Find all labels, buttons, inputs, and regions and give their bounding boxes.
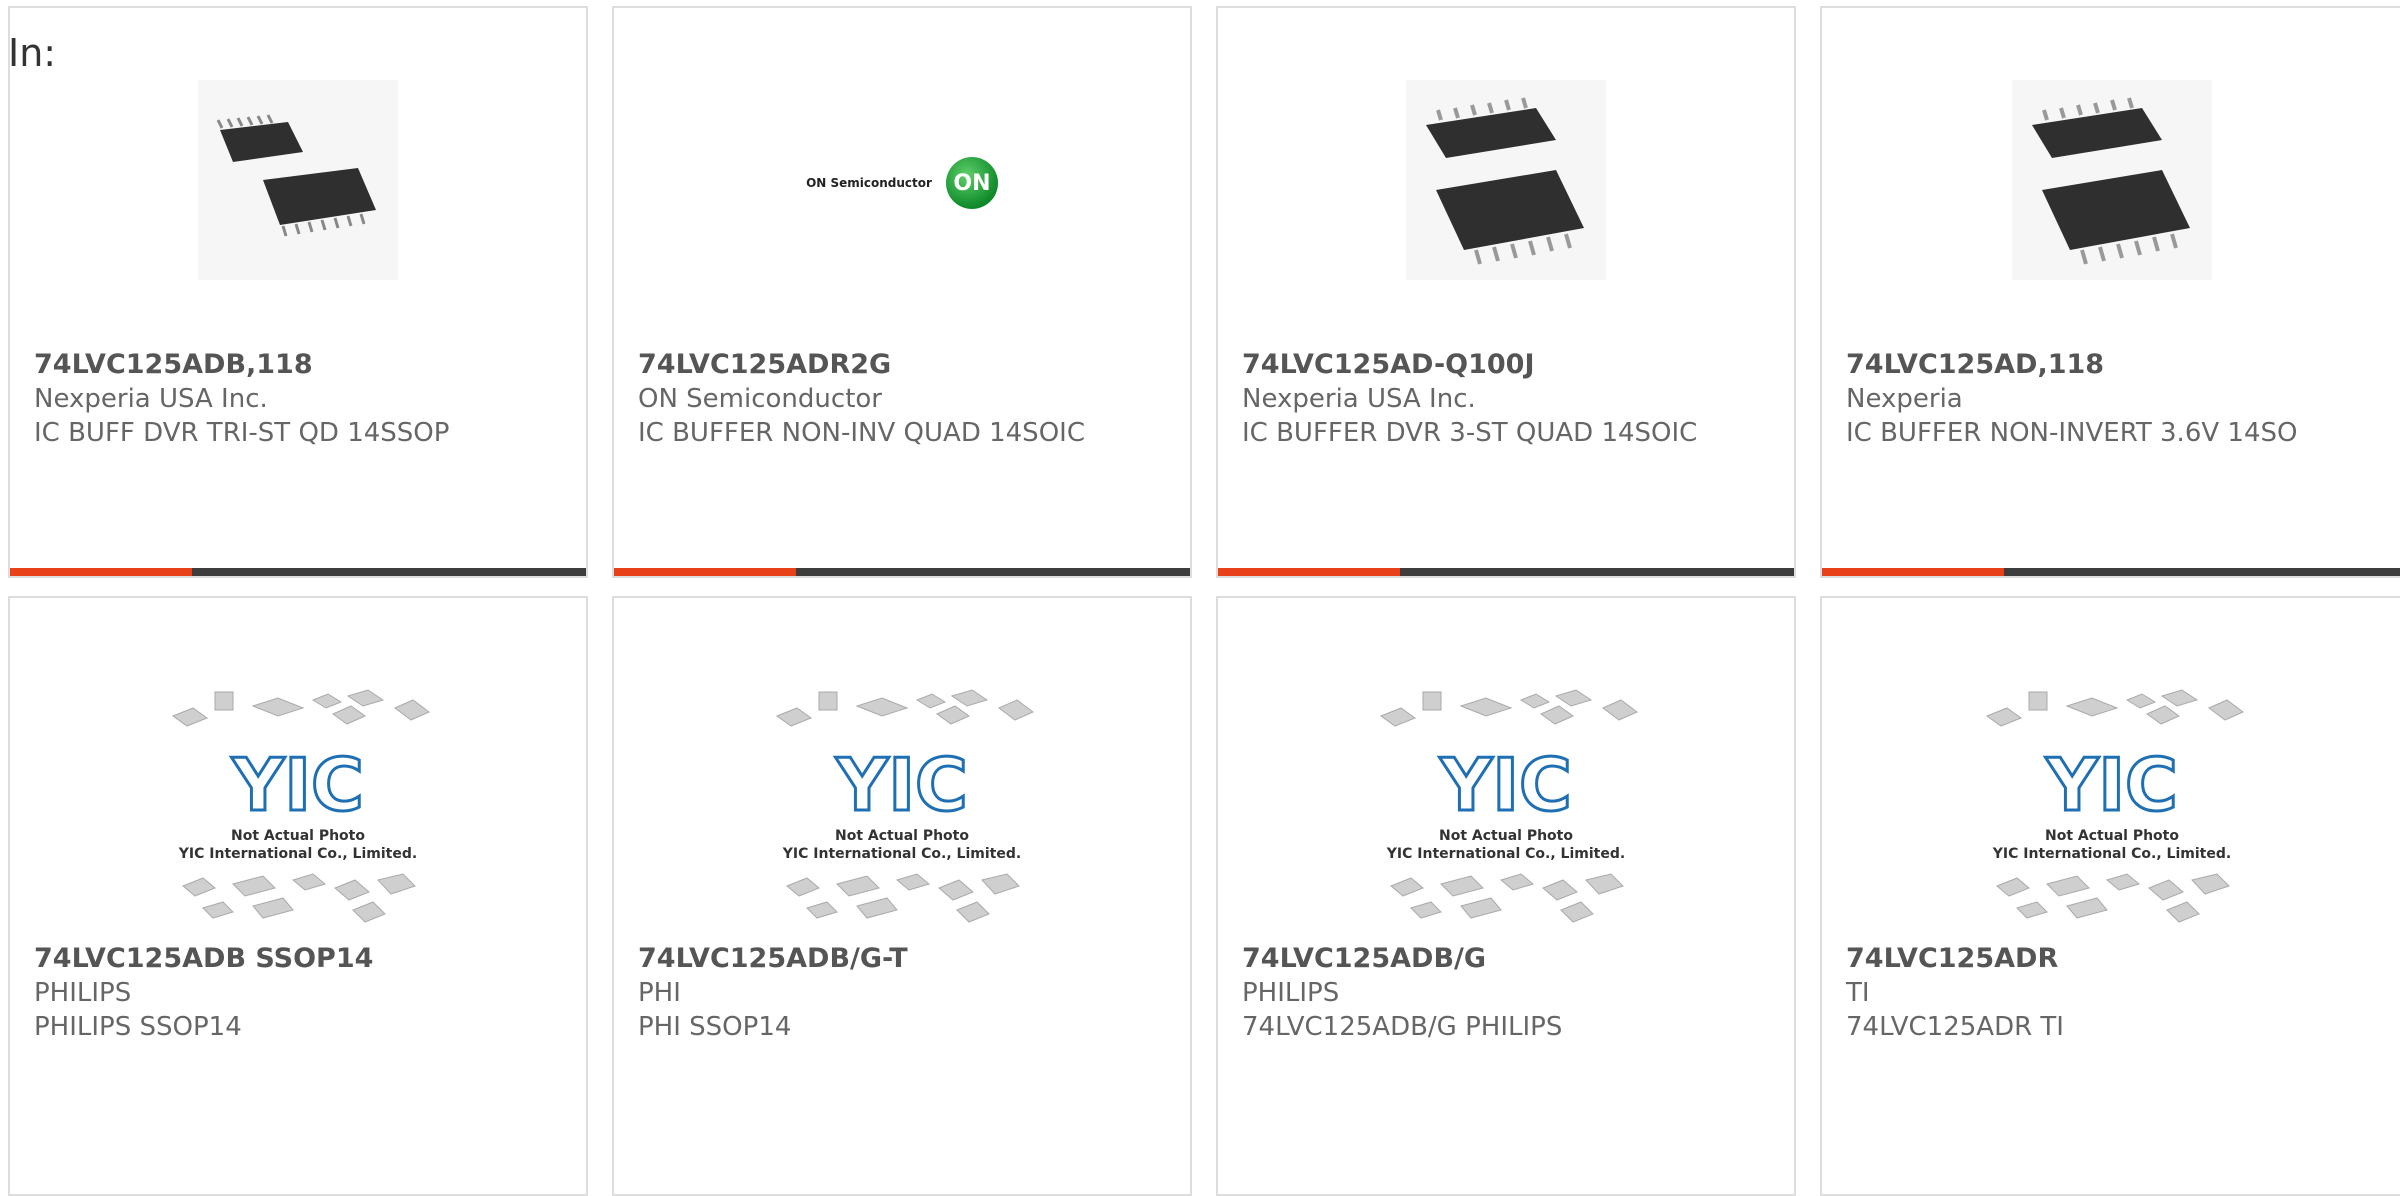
product-image[interactable] — [2012, 80, 2212, 284]
manufacturer: Nexperia USA Inc. — [1242, 384, 1476, 414]
description: 74LVC125ADR TI — [1846, 1012, 2064, 1042]
card-bar — [614, 568, 1190, 576]
on-logo-badge: ON — [945, 157, 998, 209]
placeholder-line-1: Not Actual Photo — [231, 828, 365, 844]
product-card[interactable]: YIC Not Actual Photo YIC International C… — [1216, 596, 1796, 1196]
manufacturer: PHILIPS — [1242, 978, 1340, 1008]
part-number-link[interactable]: 74LVC125ADB/G-T — [638, 942, 1170, 976]
product-image[interactable] — [198, 80, 398, 284]
part-number-link[interactable]: 74LVC125ADR2G — [638, 348, 1170, 382]
placeholder-line-2: YIC International Co., Limited. — [782, 846, 1021, 862]
part-number-link[interactable]: 74LVC125ADB,118 — [34, 348, 566, 382]
card-bar — [1822, 568, 2400, 576]
description: 74LVC125ADB/G PHILIPS — [1242, 1012, 1563, 1042]
manufacturer: Nexperia — [1846, 384, 1963, 414]
description: IC BUFFER NON-INV QUAD 14SOIC — [638, 418, 1085, 448]
card-bar — [10, 568, 586, 576]
manufacturer: ON Semiconductor — [638, 384, 882, 414]
page-heading: In: — [8, 31, 57, 75]
part-number-link[interactable]: 74LVC125ADB/G — [1242, 942, 1774, 976]
placeholder-line-2: YIC International Co., Limited. — [1992, 846, 2231, 862]
yic-placeholder-image[interactable]: YIC Not Actual Photo YIC International C… — [163, 688, 433, 942]
product-image[interactable] — [1406, 80, 1606, 284]
yic-logo: YIC — [231, 743, 364, 827]
yic-placeholder-image[interactable]: YIC Not Actual Photo YIC International C… — [767, 688, 1037, 942]
product-card[interactable]: 74LVC125AD-Q100J Nexperia USA Inc. IC BU… — [1216, 6, 1796, 578]
card-bar — [1218, 568, 1794, 576]
description: IC BUFFER NON-INVERT 3.6V 14SO — [1846, 418, 2298, 448]
placeholder-line-1: Not Actual Photo — [835, 828, 969, 844]
yic-logo: YIC — [835, 743, 968, 827]
product-card[interactable]: YIC Not Actual Photo YIC International C… — [8, 596, 588, 1196]
yic-placeholder-image[interactable]: YIC Not Actual Photo YIC International C… — [1371, 688, 1641, 942]
product-card[interactable]: 74LVC125ADB,118 Nexperia USA Inc. IC BUF… — [8, 6, 588, 578]
logo-text: ON Semiconductor — [806, 176, 932, 190]
yic-logo: YIC — [1439, 743, 1572, 827]
on-semiconductor-logo[interactable]: ON Semiconductor ON — [792, 148, 1012, 218]
product-card[interactable]: ON Semiconductor ON 74LVC125ADR2G ON Sem… — [612, 6, 1192, 578]
product-card[interactable]: YIC Not Actual Photo YIC International C… — [1820, 596, 2400, 1196]
description: PHI SSOP14 — [638, 1012, 792, 1042]
part-number-link[interactable]: 74LVC125ADR — [1846, 942, 2398, 976]
part-number-link[interactable]: 74LVC125ADB SSOP14 — [34, 942, 566, 976]
part-number-link[interactable]: 74LVC125AD-Q100J — [1242, 348, 1774, 382]
product-card[interactable]: 74LVC125AD,118 Nexperia IC BUFFER NON-IN… — [1820, 6, 2400, 578]
product-card[interactable]: YIC Not Actual Photo YIC International C… — [612, 596, 1192, 1196]
yic-logo: YIC — [2045, 743, 2178, 827]
placeholder-line-1: Not Actual Photo — [2045, 828, 2179, 844]
part-number-link[interactable]: 74LVC125AD,118 — [1846, 348, 2398, 382]
yic-placeholder-image[interactable]: YIC Not Actual Photo YIC International C… — [1977, 688, 2247, 942]
description: IC BUFF DVR TRI-ST QD 14SSOP — [34, 418, 450, 448]
description: PHILIPS SSOP14 — [34, 1012, 242, 1042]
manufacturer: Nexperia USA Inc. — [34, 384, 268, 414]
manufacturer: PHILIPS — [34, 978, 132, 1008]
manufacturer: TI — [1846, 978, 1870, 1008]
placeholder-line-2: YIC International Co., Limited. — [178, 846, 417, 862]
placeholder-line-1: Not Actual Photo — [1439, 828, 1573, 844]
placeholder-line-2: YIC International Co., Limited. — [1386, 846, 1625, 862]
manufacturer: PHI — [638, 978, 681, 1008]
description: IC BUFFER DVR 3-ST QUAD 14SOIC — [1242, 418, 1698, 448]
